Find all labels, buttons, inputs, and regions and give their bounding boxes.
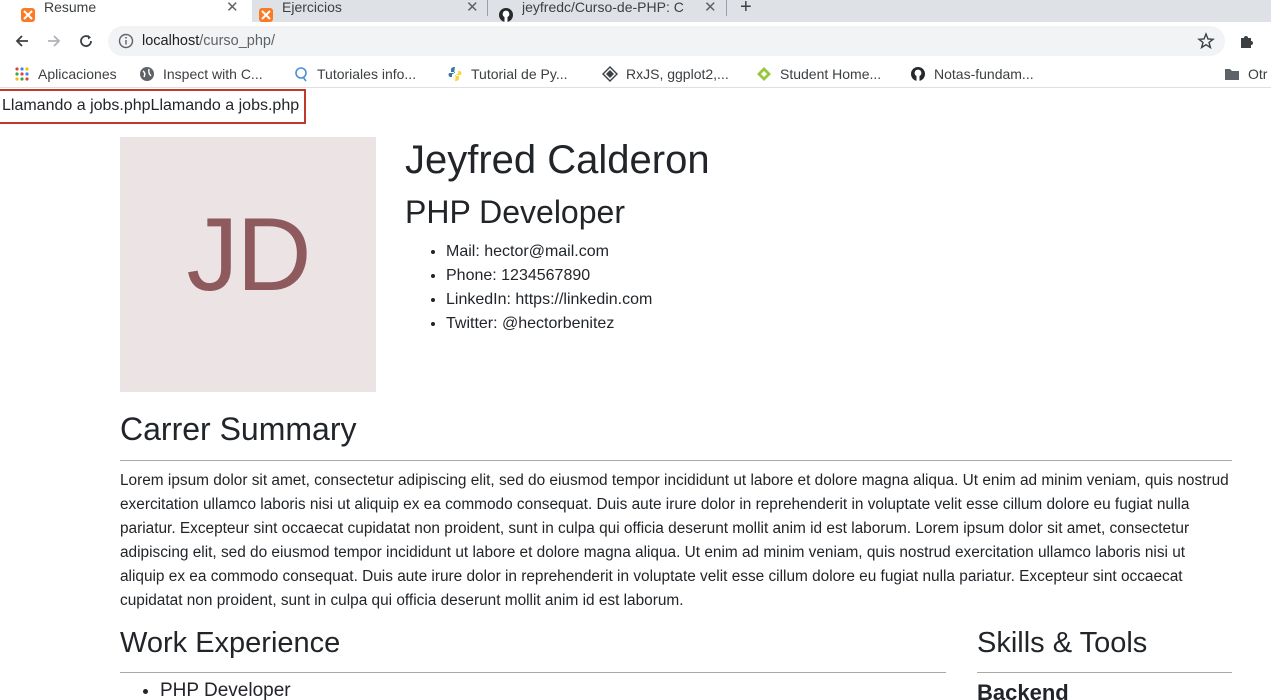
url-host: localhost — [142, 33, 200, 49]
bookmarks-bar: Aplicaciones Inspect with C... Tutoriale… — [0, 60, 1271, 88]
bookmark-label: RxJS, ggplot2,... — [626, 66, 729, 82]
contact-list: Mail: hector@mail.com Phone: 1234567890 … — [446, 240, 652, 336]
url-text[interactable]: localhost/curso_php/ — [142, 33, 275, 49]
student-icon — [757, 67, 771, 81]
github-icon — [911, 67, 925, 81]
skills-heading: Skills & Tools — [977, 627, 1148, 659]
tab-title: Ejercicios — [282, 0, 342, 15]
bookmark-label: Tutoriales info... — [317, 66, 417, 82]
bookmark-python[interactable]: Tutorial de Py... — [447, 65, 567, 83]
avatar-initials: JD — [186, 197, 311, 313]
tab-resume[interactable]: Resume ✕ — [0, 0, 252, 22]
contact-linkedin: LinkedIn: https://linkedin.com — [446, 288, 652, 312]
browser-tab-strip: Resume ✕ Ejercicios ✕ jeyfredc/Curso-de-… — [0, 0, 1271, 22]
info-icon[interactable] — [118, 33, 134, 49]
avatar: JD — [120, 137, 376, 392]
skills-subheading-backend: Backend — [977, 680, 1069, 700]
extensions-puzzle-icon[interactable] — [1238, 32, 1256, 50]
bookmark-star-icon[interactable] — [1197, 32, 1215, 50]
debug-output: Llamando a jobs.phpLlamando a jobs.php — [0, 89, 307, 124]
folder-icon — [1225, 69, 1239, 80]
bookmark-student[interactable]: Student Home... — [756, 65, 881, 83]
url-path: /curso_php/ — [199, 33, 276, 49]
bookmark-aplicaciones[interactable]: Aplicaciones — [14, 65, 117, 83]
forward-icon[interactable] — [43, 30, 65, 52]
summary-divider — [120, 460, 1232, 461]
diamond-icon — [602, 66, 618, 82]
bookmark-inspect[interactable]: Inspect with C... — [139, 65, 263, 83]
bookmark-tutoriales[interactable]: Tutoriales info... — [293, 65, 416, 83]
tutoriales-icon — [295, 67, 307, 82]
reload-icon[interactable] — [75, 30, 97, 52]
browser-toolbar: localhost/curso_php/ — [0, 22, 1271, 60]
job-title: PHP Developer — [160, 680, 291, 700]
tab-github[interactable]: jeyfredc/Curso-de-PHP: C ✕ — [478, 0, 728, 22]
apps-grid-icon — [15, 67, 29, 81]
xampp-icon — [21, 8, 35, 22]
tab-title: jeyfredc/Curso-de-PHP: C — [522, 0, 684, 15]
close-icon[interactable]: ✕ — [466, 0, 479, 16]
back-icon[interactable] — [11, 30, 33, 52]
profile-role: PHP Developer — [405, 194, 625, 230]
contact-mail: Mail: hector@mail.com — [446, 240, 652, 264]
globe-icon — [140, 67, 154, 81]
summary-heading: Carrer Summary — [120, 411, 357, 447]
contact-twitter: Twitter: @hectorbenitez — [446, 312, 652, 336]
bookmark-notas[interactable]: Notas-fundam... — [910, 65, 1034, 83]
bookmark-label: Otr — [1248, 66, 1268, 82]
work-divider — [120, 672, 946, 673]
bookmark-otros[interactable]: Otr — [1224, 65, 1267, 83]
bookmark-label: Inspect with C... — [163, 66, 263, 82]
github-icon — [499, 8, 513, 22]
bookmark-label: Tutorial de Py... — [471, 66, 568, 82]
profile-name: Jeyfred Calderon — [405, 138, 710, 182]
close-icon[interactable]: ✕ — [704, 0, 717, 16]
tab-separator — [726, 0, 727, 16]
skills-divider — [977, 672, 1232, 673]
tab-title: Resume — [44, 0, 97, 15]
job-list: PHP Developer — [160, 680, 291, 700]
new-tab-icon[interactable]: + — [740, 0, 752, 19]
contact-phone: Phone: 1234567890 — [446, 264, 652, 288]
bookmark-label: Student Home... — [780, 66, 882, 82]
close-icon[interactable]: ✕ — [226, 0, 239, 16]
bookmark-label: Aplicaciones — [38, 66, 117, 82]
python-icon — [448, 67, 462, 81]
tab-ejercicios[interactable]: Ejercicios ✕ — [238, 0, 488, 22]
summary-text: Lorem ipsum dolor sit amet, consectetur … — [120, 472, 1229, 609]
work-heading: Work Experience — [120, 627, 341, 659]
bookmark-rxjs[interactable]: RxJS, ggplot2,... — [602, 65, 729, 83]
bookmark-label: Notas-fundam... — [934, 66, 1034, 82]
xampp-icon — [259, 8, 273, 22]
address-bar[interactable]: localhost/curso_php/ — [108, 26, 1225, 56]
